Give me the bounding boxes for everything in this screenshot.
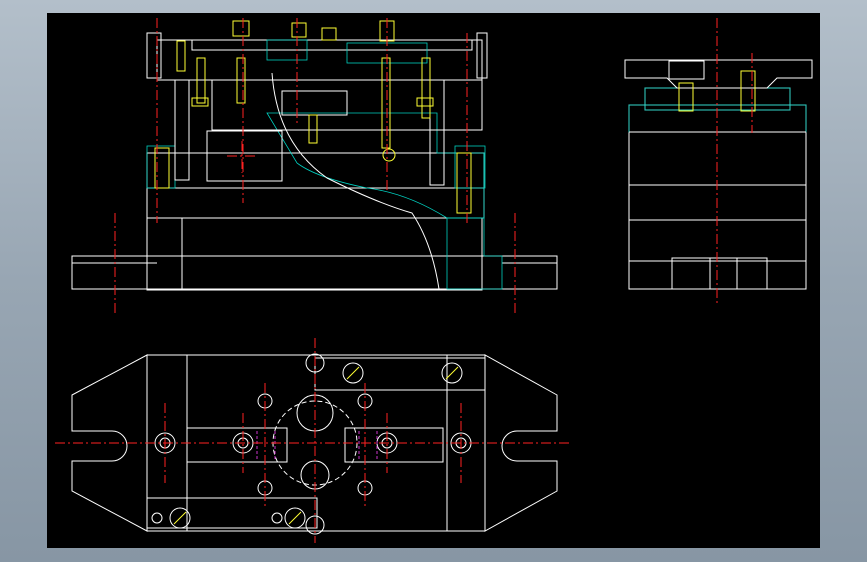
- top-view: [55, 338, 572, 543]
- top-holes: [151, 353, 472, 535]
- hatch-center-section: [266, 112, 485, 219]
- side-top-plate: [624, 59, 813, 89]
- upper-clamp-bar: [314, 357, 486, 391]
- front-section-view: [71, 18, 558, 313]
- section-break-curve: [271, 72, 440, 290]
- lower-clamp-bar: [146, 497, 318, 529]
- base-plate: [71, 255, 558, 290]
- top-centerlines: [55, 338, 572, 543]
- cad-window-frame: [0, 0, 867, 562]
- fixture-body: [146, 217, 483, 291]
- hidden-lines: [256, 431, 378, 461]
- pressure-block: [281, 90, 348, 116]
- top-plate: [156, 39, 483, 81]
- side-view: [624, 18, 813, 303]
- hatch-right-foot: [446, 217, 503, 290]
- cad-drawing-svg: [55, 18, 813, 543]
- cad-drawing-canvas[interactable]: [47, 13, 820, 548]
- hatch-left-block: [146, 145, 176, 189]
- side-centerlines: [716, 18, 753, 303]
- hatch-right-block: [454, 145, 486, 189]
